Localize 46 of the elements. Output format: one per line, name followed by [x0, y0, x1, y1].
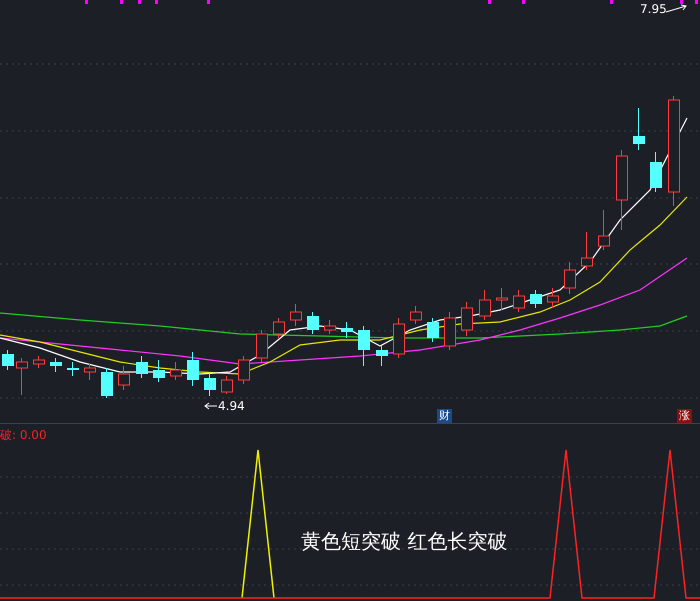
- candlestick: [547, 288, 559, 308]
- high-price-label: 7.95: [640, 2, 667, 16]
- legend-caption: 黄色短突破 红色长突破: [301, 528, 508, 555]
- candlestick: [633, 108, 645, 150]
- candlestick: [101, 368, 113, 398]
- low-price-label: 4.94: [218, 399, 245, 413]
- candlestick: [479, 290, 491, 320]
- candlestick: [358, 326, 370, 366]
- high-arrow-icon: [666, 4, 687, 12]
- candlestick: [324, 320, 336, 334]
- candlestick: [427, 318, 439, 342]
- candlestick: [238, 356, 250, 384]
- candlestick: [307, 312, 319, 334]
- low-arrow-icon: [204, 402, 218, 410]
- candlestick: [2, 350, 14, 370]
- event-badge[interactable]: 财: [437, 409, 452, 423]
- candlestick: [33, 356, 45, 368]
- candlestick: [221, 376, 233, 394]
- candlestick: [444, 312, 456, 350]
- candlestick: [393, 318, 405, 358]
- event-badge[interactable]: 涨: [677, 409, 692, 423]
- candlestick: [461, 302, 473, 336]
- candlestick: [118, 366, 130, 390]
- candlestick: [513, 290, 525, 312]
- candlestick: [84, 364, 96, 380]
- candlestick: [273, 318, 285, 338]
- candlestick: [67, 362, 79, 376]
- candlestick: [530, 290, 542, 308]
- candlestick: [410, 306, 422, 324]
- candlestick: [204, 372, 216, 396]
- indicator-label: 破: 0.00: [0, 427, 47, 444]
- candlestick: [136, 356, 148, 378]
- candlestick: [376, 346, 388, 366]
- candlestick: [187, 352, 199, 386]
- candlestick: [50, 358, 62, 372]
- candlestick: [153, 360, 165, 382]
- candlestick: [650, 152, 662, 192]
- candlestick: [170, 362, 182, 380]
- candlestick: [341, 322, 353, 338]
- candlestick: [598, 210, 610, 250]
- candlestick: [16, 358, 28, 396]
- candlestick: [496, 288, 508, 310]
- candlestick: [290, 304, 302, 326]
- candlestick: [256, 330, 268, 362]
- candlestick: [581, 232, 593, 270]
- candlestick: [564, 262, 576, 294]
